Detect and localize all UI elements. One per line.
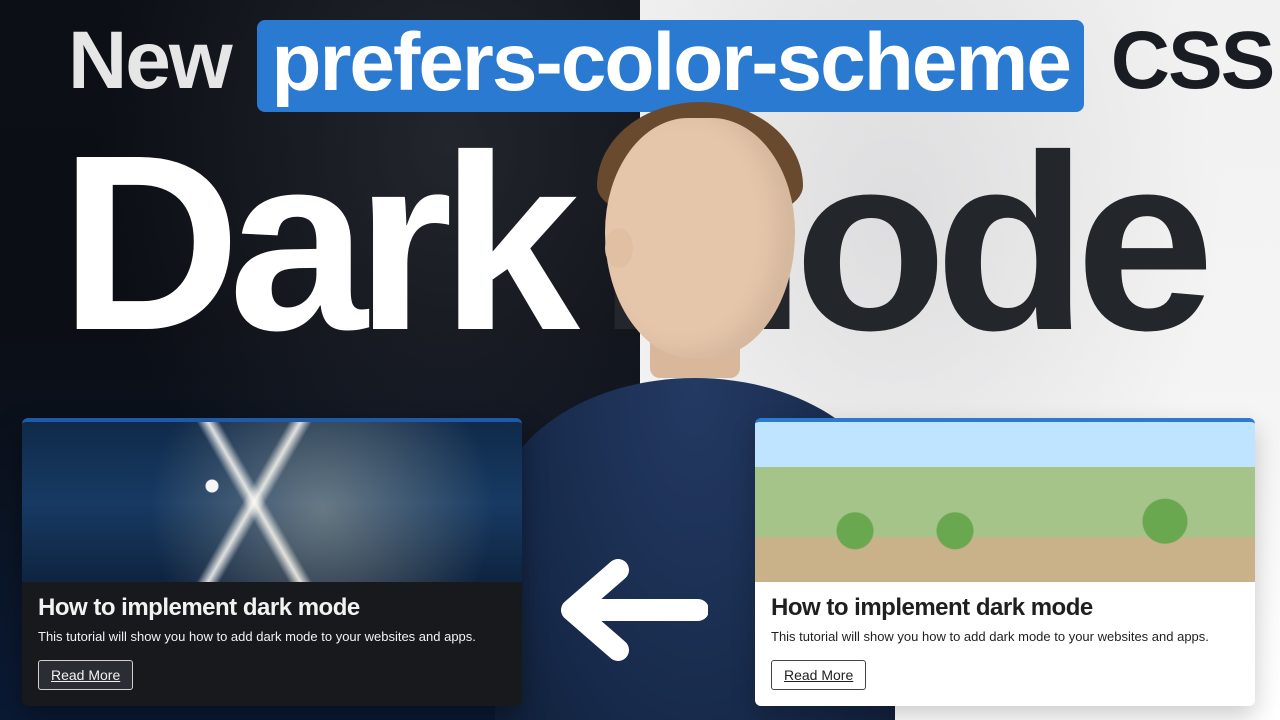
headline-word-dark: Dark <box>60 103 568 382</box>
card-dark-read-more-button[interactable]: Read More <box>38 660 133 690</box>
card-light-title: How to implement dark mode <box>771 594 1239 622</box>
arrow-left-icon <box>548 555 708 665</box>
headline-word-new: New <box>68 15 231 106</box>
headline-word-mode: Mode <box>598 103 1203 382</box>
card-light-thumbnail <box>755 422 1255 582</box>
headline-line-1: New prefers-color-scheme CSS <box>68 18 1273 110</box>
card-dark-title: How to implement dark mode <box>38 594 506 622</box>
preview-card-dark: How to implement dark mode This tutorial… <box>22 418 522 706</box>
card-dark-thumbnail <box>22 422 522 582</box>
card-light-description: This tutorial will show you how to add d… <box>771 628 1239 646</box>
preview-card-light: How to implement dark mode This tutorial… <box>755 418 1255 706</box>
thumbnail-stage: New prefers-color-scheme CSS DarkMode Ho… <box>0 0 1280 720</box>
headline-line-2: DarkMode <box>60 118 1203 368</box>
headline-tag-prefers-color-scheme: prefers-color-scheme <box>257 20 1084 112</box>
headline-word-css: CSS <box>1111 15 1274 106</box>
card-light-read-more-button[interactable]: Read More <box>771 660 866 690</box>
card-dark-description: This tutorial will show you how to add d… <box>38 628 506 646</box>
